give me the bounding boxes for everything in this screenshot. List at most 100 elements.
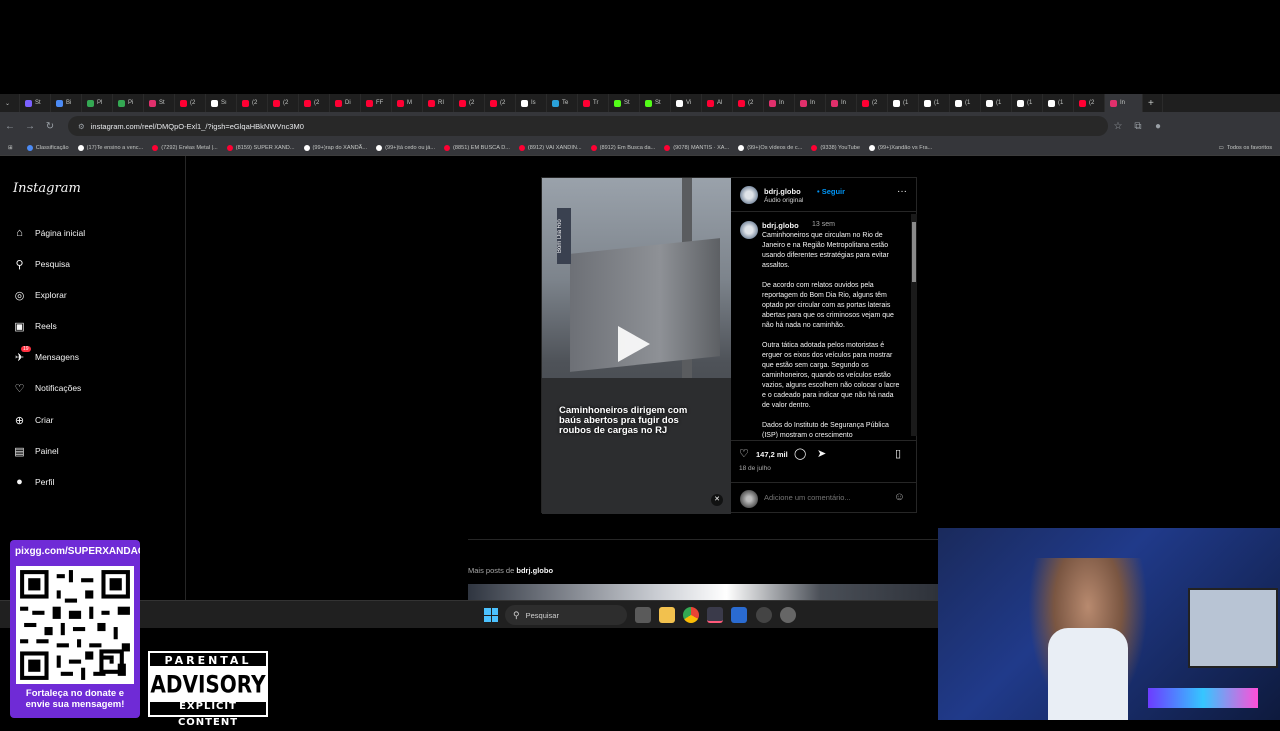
browser-tab[interactable]: (2 (857, 94, 888, 112)
caption-username[interactable]: bdrj.globo (762, 221, 799, 230)
site-info-icon[interactable]: ⚙ (78, 122, 85, 131)
bookmark-item[interactable]: (17)Te ensino a venc... (77, 144, 143, 151)
bookmark-item[interactable]: (99+)rap do XANDÃ... (303, 144, 367, 151)
browser-tab[interactable]: St (609, 94, 640, 112)
scrollbar-thumb[interactable] (912, 222, 916, 282)
taskbar-search[interactable]: ⚲ Pesquisar (505, 605, 627, 625)
reel-video[interactable]: Bom Dia Rio Caminhoneiros dirigem com ba… (542, 178, 731, 514)
comment-input[interactable] (764, 493, 884, 502)
more-posts-thumbnails[interactable] (468, 584, 938, 600)
audio-label[interactable]: Áudio original (764, 197, 803, 204)
browser-tab[interactable]: Di (330, 94, 361, 112)
comment-icon[interactable]: ◯ (794, 447, 806, 460)
bookmark-item[interactable]: (8912) VAI XANDIN... (518, 144, 582, 151)
browser-tab[interactable]: (1 (1012, 94, 1043, 112)
more-options-icon[interactable]: ··· (897, 186, 907, 197)
all-bookmarks[interactable]: ▭ Todos os favoritos (1219, 145, 1272, 151)
bookmark-item[interactable]: (99+)Xandão vs Fra... (869, 144, 932, 151)
browser-tab[interactable]: St (144, 94, 175, 112)
windows-start-icon[interactable] (484, 608, 498, 622)
tab-search-button[interactable]: ⌄ (0, 94, 20, 112)
save-icon[interactable]: ▯ (895, 447, 901, 460)
browser-tab[interactable]: In (795, 94, 826, 112)
chrome-icon[interactable] (683, 607, 699, 623)
bookmark-star-icon[interactable]: ☆ (1108, 121, 1128, 132)
browser-tab[interactable]: Bi (51, 94, 82, 112)
browser-tab[interactable]: (2 (454, 94, 485, 112)
browser-tab[interactable]: (2 (733, 94, 764, 112)
emoji-icon[interactable]: ☺ (894, 491, 905, 503)
bookmark-item[interactable]: (9078) MANTIS · XA... (664, 144, 729, 151)
browser-tab[interactable]: (1 (1043, 94, 1074, 112)
author-avatar[interactable] (740, 186, 758, 204)
nav-item-reels[interactable]: ▣ Reels (13, 318, 56, 334)
nav-item-home[interactable]: ⌂ Página inicial (13, 225, 85, 241)
browser-tab[interactable]: (2 (1074, 94, 1105, 112)
browser-tab[interactable]: M (392, 94, 423, 112)
caption-avatar[interactable] (740, 221, 758, 239)
more-posts-user[interactable]: bdrj.globo (516, 566, 553, 575)
extensions-icon[interactable]: ⧉ (1128, 121, 1148, 132)
bookmark-item[interactable]: (7292) Enéas Metal |... (152, 144, 218, 151)
like-icon[interactable]: ♡ (739, 447, 749, 460)
nav-item-profile[interactable]: ● Perfil (13, 474, 54, 490)
bookmark-item[interactable]: (8159) SUPER XAND... (226, 144, 295, 151)
nav-item-search[interactable]: ⚲ Pesquisa (13, 256, 70, 272)
nav-item-dashboard[interactable]: ▤ Painel (13, 443, 58, 459)
task-view-icon[interactable] (635, 607, 651, 623)
likes-count[interactable]: 147,2 mil (756, 450, 788, 459)
share-icon[interactable]: ➤ (817, 447, 826, 460)
mute-icon[interactable]: ✕ (711, 494, 723, 506)
browser-tab[interactable]: RI (423, 94, 454, 112)
browser-tab[interactable]: Pi (113, 94, 144, 112)
browser-tab[interactable]: Al (702, 94, 733, 112)
bookmark-item[interactable]: (9338) YouTube (811, 144, 860, 151)
browser-tab[interactable]: In (1105, 94, 1143, 112)
caption-scrollbar[interactable] (911, 214, 917, 436)
browser-tab[interactable]: St (20, 94, 51, 112)
browser-tab[interactable]: (1 (981, 94, 1012, 112)
author-username[interactable]: bdrj.globo (764, 187, 801, 196)
nav-item-plus[interactable]: ⊕ Criar (13, 412, 54, 428)
follow-button[interactable]: • Seguir (817, 187, 845, 196)
browser-tab[interactable]: FF (361, 94, 392, 112)
reload-icon[interactable]: ↻ (40, 121, 60, 132)
browser-tab[interactable]: (2 (299, 94, 330, 112)
app-icon-record[interactable] (756, 607, 772, 623)
browser-tab[interactable]: (2 (268, 94, 299, 112)
settings-icon[interactable] (780, 607, 796, 623)
browser-tab[interactable]: (2 (485, 94, 516, 112)
back-icon[interactable]: ← (0, 121, 20, 132)
browser-tab[interactable]: (2 (237, 94, 268, 112)
browser-tab[interactable]: Vi (671, 94, 702, 112)
apps-icon[interactable]: ⊞ (8, 145, 13, 151)
browser-tab[interactable]: In (764, 94, 795, 112)
bookmark-item[interactable]: (8912) Em Busca da... (590, 144, 655, 151)
new-tab-button[interactable]: + (1143, 94, 1163, 112)
browser-tab[interactable]: (1 (888, 94, 919, 112)
profile-avatar-icon[interactable]: ● (1148, 121, 1168, 132)
bookmark-item[interactable]: (99+)Os vídeos de c... (738, 144, 802, 151)
browser-tab[interactable]: (1 (919, 94, 950, 112)
nav-item-heart[interactable]: ♡ Notificações (13, 380, 82, 396)
url-field[interactable]: ⚙ instagram.com/reel/DMQpO-Exl1_/?igsh=e… (68, 116, 1108, 136)
browser-tab[interactable]: Pl (82, 94, 113, 112)
bookmark-item[interactable]: (99+)tá cedo ou já... (376, 144, 435, 151)
app-icon-active[interactable] (707, 607, 723, 623)
instagram-logo[interactable]: Instagram (13, 181, 81, 196)
bookmark-item[interactable]: Classificação (26, 144, 69, 151)
app-icon-blue[interactable] (731, 607, 747, 623)
browser-tab[interactable]: (1 (950, 94, 981, 112)
play-icon[interactable] (618, 326, 650, 362)
bookmark-item[interactable]: (8851) EM BUSCA D... (444, 144, 510, 151)
browser-tab[interactable]: Sı (206, 94, 237, 112)
nav-item-compass[interactable]: ◎ Explorar (13, 287, 67, 303)
browser-tab[interactable]: In (826, 94, 857, 112)
browser-tab[interactable]: Tr (578, 94, 609, 112)
forward-icon[interactable]: → (20, 121, 40, 132)
browser-tab[interactable]: Te (547, 94, 578, 112)
browser-tab[interactable]: (2 (175, 94, 206, 112)
nav-item-messenger[interactable]: 19 ✈ Mensagens (13, 346, 79, 365)
file-explorer-icon[interactable] (659, 607, 675, 623)
browser-tab[interactable]: St (640, 94, 671, 112)
